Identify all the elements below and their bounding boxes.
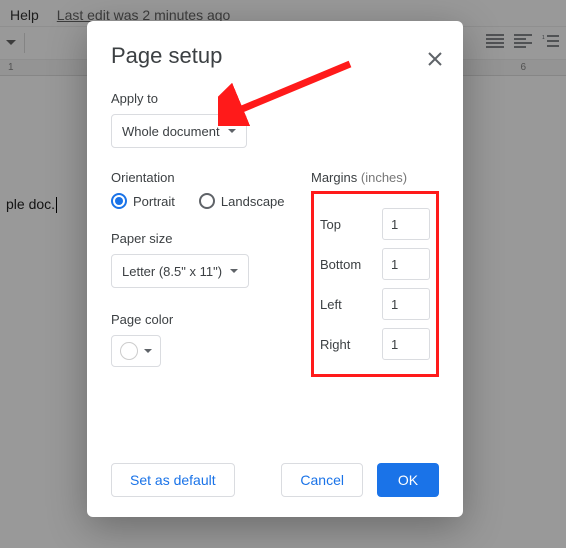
chevron-down-icon	[144, 349, 152, 357]
color-swatch-icon	[120, 342, 138, 360]
orientation-landscape-radio[interactable]: Landscape	[199, 193, 285, 209]
margin-top-input[interactable]	[382, 208, 430, 240]
close-icon	[427, 51, 443, 67]
set-as-default-button[interactable]: Set as default	[111, 463, 235, 497]
ok-button[interactable]: OK	[377, 463, 439, 497]
paper-size-select[interactable]: Letter (8.5" x 11")	[111, 254, 249, 288]
apply-to-label: Apply to	[111, 91, 439, 106]
margin-left-input[interactable]	[382, 288, 430, 320]
margin-left-label: Left	[320, 297, 342, 312]
margins-label: Margins (inches)	[311, 170, 439, 185]
margin-top-label: Top	[320, 217, 341, 232]
page-setup-dialog: Page setup Apply to Whole document Orien…	[87, 21, 463, 517]
paper-size-value: Letter (8.5" x 11")	[122, 264, 222, 279]
apply-to-select[interactable]: Whole document	[111, 114, 247, 148]
cancel-button[interactable]: Cancel	[281, 463, 363, 497]
margin-bottom-label: Bottom	[320, 257, 361, 272]
radio-icon	[111, 193, 127, 209]
close-button[interactable]	[427, 51, 443, 72]
margins-highlight-box: Top Bottom Left Right	[311, 191, 439, 377]
page-color-select[interactable]	[111, 335, 161, 367]
orientation-label: Orientation	[111, 170, 311, 185]
margin-right-input[interactable]	[382, 328, 430, 360]
margin-right-label: Right	[320, 337, 350, 352]
chevron-down-icon	[230, 269, 238, 277]
landscape-label: Landscape	[221, 194, 285, 209]
margin-bottom-input[interactable]	[382, 248, 430, 280]
chevron-down-icon	[228, 129, 236, 137]
apply-to-value: Whole document	[122, 124, 220, 139]
portrait-label: Portrait	[133, 194, 175, 209]
page-color-label: Page color	[111, 312, 311, 327]
paper-size-label: Paper size	[111, 231, 311, 246]
radio-icon	[199, 193, 215, 209]
dialog-title: Page setup	[111, 43, 439, 69]
orientation-portrait-radio[interactable]: Portrait	[111, 193, 175, 209]
